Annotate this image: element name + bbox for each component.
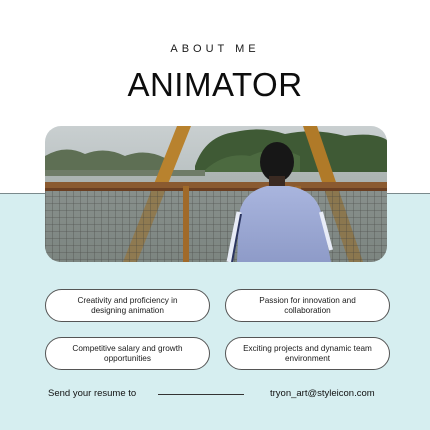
divider-line	[158, 394, 244, 395]
highlight-pill: Exciting projects and dynamic team envir…	[225, 337, 390, 370]
highlight-pill: Competitive salary and growth opportunit…	[45, 337, 210, 370]
highlight-pill: Creativity and proficiency in designing …	[45, 289, 210, 322]
resume-cta: Send your resume to	[48, 388, 137, 399]
contact-email[interactable]: tryon_art@styleicon.com	[270, 388, 375, 399]
eyebrow-label: ABOUT ME	[170, 43, 260, 55]
hero-photo	[45, 126, 387, 262]
highlight-pill: Passion for innovation and collaboration	[225, 289, 390, 322]
page-title: ANIMATOR	[127, 66, 303, 103]
